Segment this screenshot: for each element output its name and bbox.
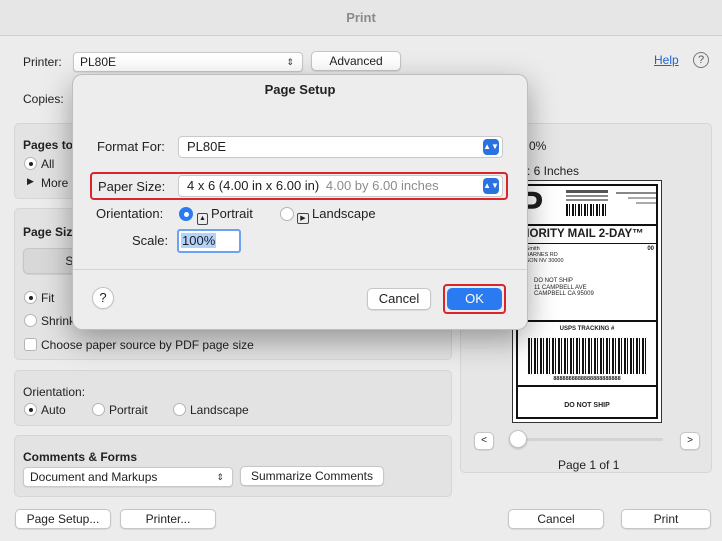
label-tracking-barcode — [528, 338, 646, 374]
pages-all-label: All — [41, 157, 55, 171]
orientation-label: Orientation: — [96, 206, 164, 221]
orientation-landscape-radio[interactable] — [173, 403, 186, 416]
label-tracking-number: 8888888888888888888888 — [553, 376, 621, 382]
updown-chevron-icon: ▲▼ — [483, 139, 499, 155]
help-link[interactable]: Help — [654, 53, 679, 67]
copies-label: Copies: — [23, 92, 64, 106]
orientation-landscape-label: Landscape — [190, 403, 249, 417]
printer-value: PL80E — [80, 55, 117, 69]
orientation-auto-radio[interactable] — [24, 403, 37, 416]
shipping-label: P RIORITY MAIL 2-DAY™ hn Smith 34 BARNES… — [516, 184, 658, 419]
portrait-label: Portrait — [211, 206, 253, 221]
window-titlebar: Print — [0, 0, 722, 36]
page-setup-button[interactable]: Page Setup... — [15, 509, 111, 529]
summarize-comments-button[interactable]: Summarize Comments — [240, 466, 384, 486]
landscape-label: Landscape — [312, 206, 376, 221]
preview-size-text: : 6 Inches — [527, 164, 580, 178]
landscape-radio[interactable] — [280, 207, 294, 221]
window-title: Print — [346, 10, 376, 25]
label-service: RIORITY MAIL 2-DAY™ — [518, 228, 644, 240]
pages-all-radio[interactable] — [24, 157, 37, 170]
preview-page: P RIORITY MAIL 2-DAY™ hn Smith 34 BARNES… — [512, 180, 662, 423]
choose-source-checkbox[interactable] — [24, 338, 37, 351]
fit-label: Fit — [41, 291, 55, 305]
portrait-orientation-icon: ▲ — [197, 213, 208, 225]
label-tracking-heading: USPS TRACKING # — [559, 326, 615, 332]
comments-group — [14, 435, 452, 497]
shrink-radio[interactable] — [24, 314, 37, 327]
comments-value: Document and Markups — [30, 470, 158, 484]
portrait-radio[interactable] — [179, 207, 193, 221]
choose-source-label: Choose paper source by PDF page size — [41, 338, 254, 352]
label-postage-box — [616, 192, 656, 210]
label-sample-box — [566, 190, 608, 216]
scale-input[interactable]: 100% — [177, 229, 241, 253]
format-for-select[interactable]: PL80E ▲▼ — [178, 136, 503, 158]
orientation-portrait-label: Portrait — [109, 403, 148, 417]
cancel-print-button[interactable]: Cancel — [508, 509, 604, 529]
sheet-help-button[interactable]: ? — [92, 287, 114, 309]
pages-heading: Pages to — [23, 138, 74, 152]
paper-size-hint: 4.00 by 6.00 inches — [325, 178, 439, 193]
format-for-value: PL80E — [187, 139, 227, 154]
printer-label: Printer: — [23, 55, 62, 69]
shrink-label: Shrink — [41, 314, 76, 328]
comments-select[interactable]: Document and Markups ⇕ — [23, 467, 233, 487]
updown-chevron-icon: ▲▼ — [483, 178, 499, 194]
scale-value: 100% — [181, 233, 217, 248]
page-count-label: Page 1 of 1 — [558, 458, 620, 472]
paper-size-select[interactable]: 4 x 6 (4.00 in x 6.00 in) 4.00 by 6.00 i… — [178, 175, 503, 197]
format-for-label: Format For: — [97, 139, 165, 154]
sheet-divider — [73, 269, 527, 270]
sheet-cancel-button[interactable]: Cancel — [367, 288, 431, 310]
label-footer: DO NOT SHIP — [564, 402, 610, 409]
printer-button[interactable]: Printer... — [120, 509, 216, 529]
pages-more-label: More — [41, 176, 69, 190]
paper-size-value: 4 x 6 (4.00 in x 6.00 in) — [187, 178, 320, 193]
page-size-heading: Page Siz — [23, 225, 73, 239]
updown-chevron-icon: ⇕ — [216, 472, 224, 482]
label-2d-barcode — [566, 204, 608, 216]
updown-chevron-icon: ⇕ — [286, 57, 294, 67]
orientation-portrait-radio[interactable] — [92, 403, 105, 416]
page-slider-track[interactable] — [513, 438, 663, 441]
comments-heading: Comments & Forms — [23, 450, 138, 464]
page-setup-sheet: Page Setup Format For: PL80E ▲▼ Paper Si… — [72, 74, 528, 330]
page-slider-knob[interactable] — [509, 430, 527, 448]
orientation-auto-label: Auto — [41, 403, 66, 417]
preview-zoom: 0% — [529, 139, 547, 153]
prev-page-button[interactable]: < — [474, 432, 494, 450]
help-circle-icon[interactable]: ? — [693, 52, 709, 68]
sheet-ok-button[interactable]: OK — [447, 288, 502, 310]
advanced-button[interactable]: Advanced — [311, 51, 401, 71]
orientation-heading: Orientation: — [23, 385, 86, 399]
next-page-button[interactable]: > — [680, 432, 700, 450]
print-button[interactable]: Print — [621, 509, 711, 529]
fit-radio[interactable] — [24, 291, 37, 304]
label-code: 00 — [647, 246, 654, 252]
label-addr-city: CAMPBELL CA 95009 — [534, 291, 594, 297]
sheet-title: Page Setup — [264, 82, 336, 97]
paper-size-label: Paper Size: — [98, 179, 166, 194]
landscape-orientation-icon: ▶ — [297, 213, 309, 224]
disclosure-triangle-icon[interactable]: ▶ — [27, 176, 34, 187]
scale-label: Scale: — [132, 233, 169, 248]
printer-select[interactable]: PL80E ⇕ — [73, 52, 303, 72]
